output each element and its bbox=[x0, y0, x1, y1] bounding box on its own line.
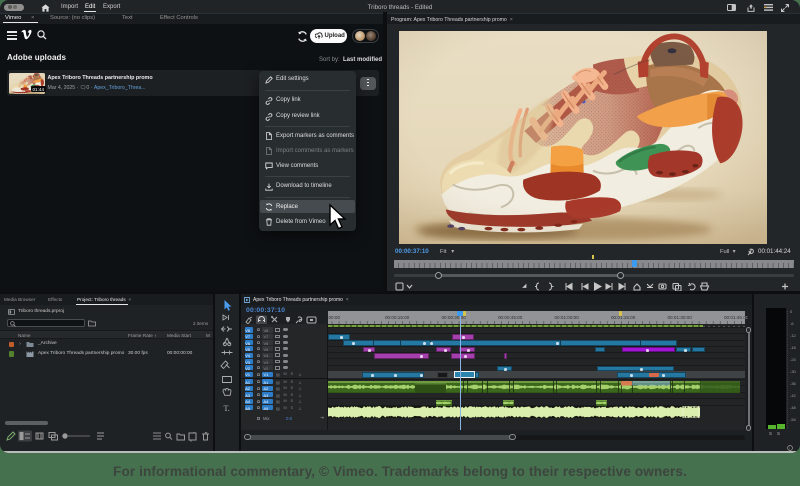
svg-text:-6: -6 bbox=[790, 321, 794, 326]
svg-text:-12: -12 bbox=[790, 333, 797, 338]
svg-text:-48: -48 bbox=[790, 405, 797, 410]
svg-text:-36: -36 bbox=[790, 381, 797, 386]
svg-text:-30: -30 bbox=[790, 369, 797, 374]
svg-text:-24: -24 bbox=[790, 357, 797, 362]
svg-text:0: 0 bbox=[790, 309, 793, 314]
svg-text:-18: -18 bbox=[790, 345, 797, 350]
svg-text:i: i bbox=[789, 446, 790, 450]
svg-text:-54: -54 bbox=[790, 417, 797, 422]
svg-text:-42: -42 bbox=[790, 393, 797, 398]
svg-text:T.: T. bbox=[224, 404, 230, 413]
